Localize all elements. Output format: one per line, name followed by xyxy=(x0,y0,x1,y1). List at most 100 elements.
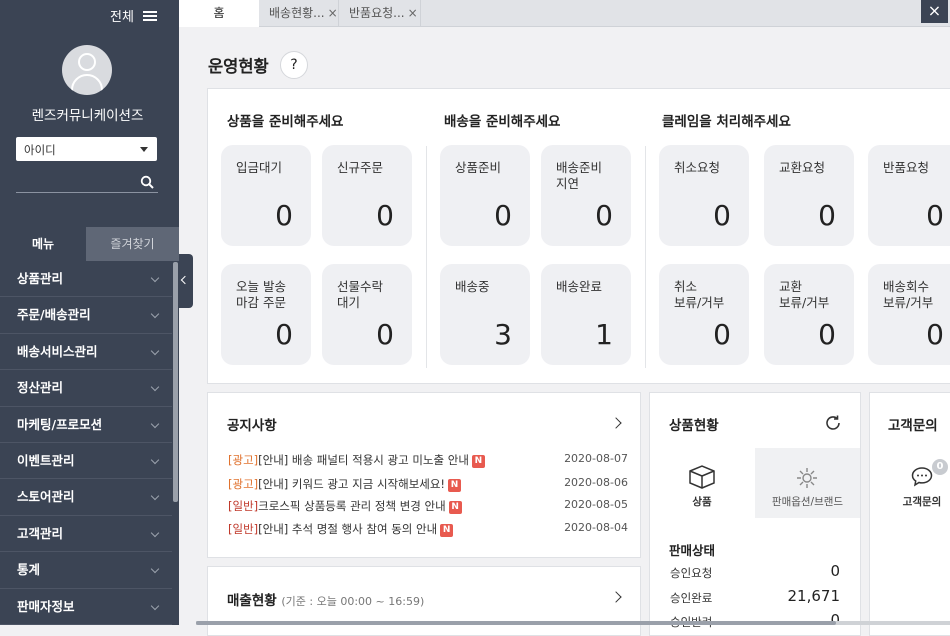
inquiry-title: 고객문의 xyxy=(888,418,938,434)
menu-label: 스토어관리 xyxy=(17,489,75,505)
card-return-pickup-hold[interactable]: 배송회수 보류/거부 0 xyxy=(868,264,950,365)
card-cancel-hold[interactable]: 취소 보류/거부 0 xyxy=(659,264,749,365)
tab-product[interactable]: 상품 xyxy=(650,448,754,518)
chevron-down-icon xyxy=(150,492,160,501)
tab-bar: 홈 배송현황... × 반품요청... × × xyxy=(179,0,950,27)
status-row[interactable]: 승인완료 21,671 xyxy=(670,587,840,606)
card-exchange-hold[interactable]: 교환 보류/거부 0 xyxy=(764,264,854,365)
caret-down-icon xyxy=(140,147,148,152)
card-today-ship-deadline[interactable]: 오늘 발송 마감 주문 0 xyxy=(221,264,311,365)
divider xyxy=(426,146,427,368)
sidebar-item-store[interactable]: 스토어관리 xyxy=(0,479,172,516)
tab-label: 반품요청... xyxy=(349,6,405,20)
sidebar-item-events[interactable]: 이벤트관리 xyxy=(0,443,172,480)
menu-label: 주문/배송관리 xyxy=(17,307,91,323)
tab-favorites[interactable]: 즐겨찾기 xyxy=(86,227,179,261)
card-gift-accept-waiting[interactable]: 선물수락 대기 0 xyxy=(322,264,412,365)
id-select[interactable]: 아이디 xyxy=(16,137,157,161)
close-all-tabs-button[interactable]: × xyxy=(921,0,948,23)
menu-label: 배송서비스관리 xyxy=(17,343,98,359)
chevron-left-icon xyxy=(180,275,190,285)
sidebar-item-seller-info[interactable]: 판매자정보 xyxy=(0,589,172,625)
refresh-icon[interactable] xyxy=(823,413,843,433)
sidebar: 전체 렌즈커뮤니케이션즈 아이디 메뉴 즐겨찾기 상품관리 주문/배송관리 배송… xyxy=(0,0,179,625)
menu-label: 정산관리 xyxy=(17,380,64,396)
divider xyxy=(645,146,646,368)
sidebar-item-customers[interactable]: 고객관리 xyxy=(0,516,172,553)
notice-item[interactable]: [광고][안내] 키워드 광고 지금 시작해보세요! N 2020-08-06 xyxy=(228,476,628,492)
card-return-request[interactable]: 반품요청 0 xyxy=(868,145,950,246)
chevron-down-icon xyxy=(150,528,160,537)
hamburger-icon xyxy=(142,9,157,23)
menu-label: 고객관리 xyxy=(17,525,64,541)
chevron-down-icon xyxy=(150,564,160,574)
card-in-transit[interactable]: 배송중 3 xyxy=(440,264,530,365)
close-icon[interactable]: × xyxy=(328,6,338,20)
page-title: 운영현황 xyxy=(208,57,269,76)
tab-delivery-status[interactable]: 배송현황... × xyxy=(261,0,339,27)
chevron-down-icon xyxy=(150,382,160,392)
help-button[interactable]: ? xyxy=(280,51,308,79)
sidebar-scrollbar[interactable] xyxy=(173,262,178,502)
chevron-down-icon xyxy=(150,419,160,428)
chevron-down-icon xyxy=(150,310,160,319)
card-payment-waiting[interactable]: 입금대기 0 xyxy=(221,145,311,246)
tab-label: 배송현황... xyxy=(269,6,325,20)
tab-home[interactable]: 홈 xyxy=(179,0,259,27)
sidebar-collapse-button[interactable] xyxy=(179,254,193,308)
section-title-claims: 클레임을 처리해주세요 xyxy=(662,114,791,130)
section-title-delivery: 배송을 준비해주세요 xyxy=(444,114,561,130)
all-label: 전체 xyxy=(110,10,134,25)
tab-return-request[interactable]: 반품요청... × xyxy=(341,0,421,27)
box-icon xyxy=(689,465,715,489)
search-input[interactable] xyxy=(16,192,158,193)
tab-sale-option[interactable]: 판매옵션/브랜드 xyxy=(755,448,860,518)
product-status-title: 상품현황 xyxy=(669,418,719,434)
card-delivery-prep-delayed[interactable]: 배송준비 지연 0 xyxy=(541,145,631,246)
sidebar-menu: 상품관리 주문/배송관리 배송서비스관리 정산관리 마케팅/프로모션 이벤트관리… xyxy=(0,261,172,625)
chat-bubble-icon xyxy=(911,467,933,487)
menu-label: 판매자정보 xyxy=(17,598,75,614)
sidebar-item-delivery-service[interactable]: 배송서비스관리 xyxy=(0,334,172,371)
id-select-value: 아이디 xyxy=(24,143,56,157)
menu-label: 통계 xyxy=(17,562,41,578)
menu-label: 마케팅/프로모션 xyxy=(17,416,103,432)
chevron-down-icon xyxy=(150,455,160,465)
notice-item[interactable]: [일반][안내] 추석 명절 행사 참여 동의 안내 N 2020-08-04 xyxy=(228,521,628,537)
sale-status-heading: 판매상태 xyxy=(669,543,716,558)
sidebar-item-marketing[interactable]: 마케팅/프로모션 xyxy=(0,407,172,443)
card-cancel-request[interactable]: 취소요청 0 xyxy=(659,145,749,246)
company-name: 렌즈커뮤니케이션즈 xyxy=(31,108,144,124)
sidebar-item-settlement[interactable]: 정산관리 xyxy=(0,370,172,407)
new-badge: N xyxy=(448,501,462,514)
menu-label: 이벤트관리 xyxy=(17,452,75,468)
tab-menu[interactable]: 메뉴 xyxy=(0,227,86,261)
sidebar-item-products[interactable]: 상품관리 xyxy=(0,261,172,298)
chevron-down-icon xyxy=(150,601,160,610)
card-product-prep[interactable]: 상품준비 0 xyxy=(440,145,530,246)
avatar xyxy=(62,45,112,95)
card-new-order[interactable]: 신규주문 0 xyxy=(322,145,412,246)
all-menu-toggle[interactable]: 전체 xyxy=(110,6,157,25)
chevron-down-icon xyxy=(150,273,160,283)
menu-label: 상품관리 xyxy=(17,271,64,286)
search-icon[interactable] xyxy=(140,175,154,189)
tab-label: 홈 xyxy=(213,6,225,20)
status-row[interactable]: 승인요청 0 xyxy=(670,562,840,581)
section-title-products: 상품을 준비해주세요 xyxy=(227,114,344,130)
notice-item[interactable]: [광고][안내] 배송 패널티 적용시 광고 미노출 안내 N 2020-08-07 xyxy=(228,452,628,468)
sales-title: 매출현황 (기준 : 오늘 00:00 ~ 16:59) xyxy=(227,593,425,609)
new-badge: N xyxy=(448,479,462,492)
notice-item[interactable]: [일반]크로스픽 상품등록 관리 정책 변경 안내 N 2020-08-05 xyxy=(228,498,628,514)
new-badge: N xyxy=(471,455,485,468)
horizontal-scrollbar[interactable] xyxy=(196,621,950,625)
sidebar-item-stats[interactable]: 통계 xyxy=(0,552,172,589)
sidebar-item-orders[interactable]: 주문/배송관리 xyxy=(0,297,172,334)
new-badge: N xyxy=(440,524,454,537)
inquiry-item[interactable]: 고객문의 xyxy=(870,494,950,509)
chevron-down-icon xyxy=(150,346,160,356)
notice-title: 공지사항 xyxy=(227,418,277,434)
card-delivered[interactable]: 배송완료 1 xyxy=(541,264,631,365)
close-icon[interactable]: × xyxy=(408,6,418,20)
card-exchange-request[interactable]: 교환요청 0 xyxy=(764,145,854,246)
